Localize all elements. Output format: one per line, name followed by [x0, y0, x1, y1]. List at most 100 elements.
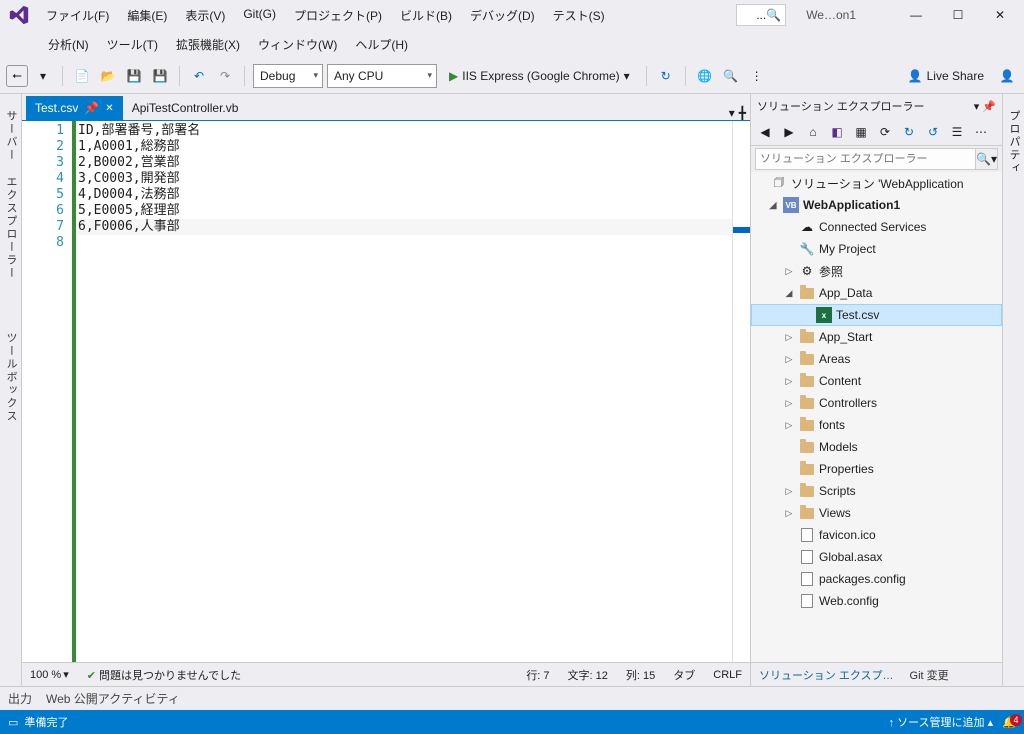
main-menu-row1: ファイル(F) 編集(E) 表示(V) Git(G) プロジェクト(P) ビルド…: [38, 3, 613, 28]
more-button[interactable]: ⋯: [971, 122, 991, 142]
forward-button[interactable]: ▶: [779, 122, 799, 142]
quick-search-box[interactable]: ... 🔍: [736, 4, 786, 26]
test-csv-node[interactable]: xTest.csv: [751, 304, 1002, 326]
appstart-node[interactable]: ▷App_Start: [751, 326, 1002, 348]
account-button[interactable]: 👤: [996, 65, 1018, 87]
status-ready: 準備完了: [25, 714, 69, 730]
maximize-button[interactable]: ☐: [938, 3, 978, 27]
menu-window[interactable]: ウィンドウ(W): [250, 32, 345, 57]
refresh-button[interactable]: ↻: [655, 65, 677, 87]
properties-tab[interactable]: プロパティ: [1003, 104, 1024, 181]
menu-build[interactable]: ビルド(B): [392, 3, 460, 28]
code-line: ID,部署番号,部署名: [78, 123, 732, 139]
menu-project[interactable]: プロジェクト(P): [286, 3, 390, 28]
undo-button[interactable]: ↶: [188, 65, 210, 87]
content-node[interactable]: ▷Content: [751, 370, 1002, 392]
web-publish-tab[interactable]: Web 公開アクティビティ: [46, 690, 180, 707]
views-node[interactable]: ▷Views: [751, 502, 1002, 524]
menu-help[interactable]: ヘルプ(H): [347, 32, 416, 57]
nav-back-button[interactable]: ⭠: [6, 65, 28, 87]
build-config-dropdown[interactable]: Debug: [253, 64, 323, 88]
solution-explorer-tab[interactable]: ソリューション エクスプ…: [751, 667, 902, 683]
tab-test-csv[interactable]: Test.csv 📌 ✕: [26, 96, 123, 120]
solution-search-input[interactable]: [755, 148, 976, 170]
ok-icon: ✔: [87, 670, 96, 682]
back-button[interactable]: ◀: [755, 122, 775, 142]
new-item-button[interactable]: 📄: [71, 65, 93, 87]
menu-edit[interactable]: 編集(E): [119, 3, 175, 28]
properties-node[interactable]: Properties: [751, 458, 1002, 480]
search-icon[interactable]: 🔍▾: [976, 148, 998, 170]
code-content[interactable]: ID,部署番号,部署名 1,A0001,総務部 2,B0002,営業部 3,C0…: [72, 121, 732, 662]
fonts-node[interactable]: ▷fonts: [751, 414, 1002, 436]
areas-node[interactable]: ▷Areas: [751, 348, 1002, 370]
menu-test[interactable]: テスト(S): [545, 3, 613, 28]
redo-button[interactable]: ↷: [214, 65, 236, 87]
server-explorer-tab[interactable]: サーバー エクスプローラー: [0, 104, 21, 286]
sync-button[interactable]: ◧: [827, 122, 847, 142]
home-button[interactable]: ⌂: [803, 122, 823, 142]
close-button[interactable]: ✕: [980, 3, 1020, 27]
panel-title: ソリューション エクスプローラー: [757, 98, 925, 114]
scripts-node[interactable]: ▷Scripts: [751, 480, 1002, 502]
eol-mode[interactable]: CRLF: [713, 669, 742, 681]
save-button[interactable]: 💾: [123, 65, 145, 87]
liveshare-button[interactable]: 👤Live Share: [900, 69, 992, 83]
code-line: 2,B0002,営業部: [78, 155, 732, 171]
menu-extensions[interactable]: 拡張機能(X): [168, 32, 248, 57]
open-button[interactable]: 📂: [97, 65, 119, 87]
pin-icon[interactable]: 📌: [84, 101, 99, 115]
references-node[interactable]: ▷⚙参照: [751, 260, 1002, 282]
collapse-button[interactable]: ⟳: [875, 122, 895, 142]
menu-debug[interactable]: デバッグ(D): [462, 3, 543, 28]
tab-apitestcontroller[interactable]: ApiTestController.vb: [123, 96, 248, 120]
connected-services-node[interactable]: ☁Connected Services: [751, 216, 1002, 238]
panel-dropdown-icon[interactable]: ▾: [974, 101, 980, 113]
solution-node[interactable]: 🗇ソリューション 'WebApplication: [751, 172, 1002, 194]
output-tab[interactable]: 出力: [8, 690, 32, 707]
menu-view[interactable]: 表示(V): [177, 3, 233, 28]
global-asax-node[interactable]: Global.asax: [751, 546, 1002, 568]
packages-config-node[interactable]: packages.config: [751, 568, 1002, 590]
solution-tree: 🗇ソリューション 'WebApplication ◢VBWebApplicati…: [751, 172, 1002, 662]
tasks-icon[interactable]: ▭: [8, 716, 18, 729]
my-project-node[interactable]: 🔧My Project: [751, 238, 1002, 260]
code-editor[interactable]: 12345678 ID,部署番号,部署名 1,A0001,総務部 2,B0002…: [22, 120, 750, 662]
show-all-button[interactable]: ▦: [851, 122, 871, 142]
save-all-button[interactable]: 💾: [149, 65, 171, 87]
zoom-dropdown[interactable]: 100 % ▾: [30, 668, 69, 681]
refresh-button[interactable]: ↻: [899, 122, 919, 142]
menu-git[interactable]: Git(G): [235, 3, 284, 28]
nav-forward-button[interactable]: ▾: [32, 65, 54, 87]
menu-analyze[interactable]: 分析(N): [40, 32, 97, 57]
preview-button[interactable]: ↺: [923, 122, 943, 142]
source-control-button[interactable]: ↑ ソース管理に追加 ▴: [889, 714, 994, 730]
webconfig-node[interactable]: Web.config: [751, 590, 1002, 612]
favicon-node[interactable]: favicon.ico: [751, 524, 1002, 546]
tab-close-icon[interactable]: ✕: [105, 103, 113, 114]
menu-tools[interactable]: ツール(T): [99, 32, 166, 57]
run-button[interactable]: ▶IIS Express (Google Chrome) ▾: [441, 69, 638, 83]
toolbar-overflow-button[interactable]: ⋮: [746, 65, 768, 87]
properties-button[interactable]: ☰: [947, 122, 967, 142]
menu-file[interactable]: ファイル(F): [38, 3, 117, 28]
find-in-files-button[interactable]: 🔍: [720, 65, 742, 87]
appdata-node[interactable]: ◢App_Data: [751, 282, 1002, 304]
pin-icon[interactable]: 📌: [982, 101, 996, 113]
models-node[interactable]: Models: [751, 436, 1002, 458]
notification-badge: 4: [1010, 714, 1022, 726]
browser-link-button[interactable]: 🌐: [694, 65, 716, 87]
minimize-button[interactable]: —: [896, 3, 936, 27]
solution-explorer-panel: ソリューション エクスプローラー ▾ 📌 ◀ ▶ ⌂ ◧ ▦ ⟳ ↻ ↺ ☰ ⋯…: [750, 94, 1002, 686]
git-changes-tab[interactable]: Git 変更: [902, 667, 957, 683]
notifications-button[interactable]: 🔔4: [1002, 716, 1016, 729]
toolbox-tab[interactable]: ツールボックス: [0, 326, 21, 429]
tab-add-button[interactable]: ╋: [739, 106, 746, 120]
tab-dropdown-button[interactable]: ▾: [729, 106, 735, 120]
project-node[interactable]: ◢VBWebApplication1: [751, 194, 1002, 216]
editor-scrollbar[interactable]: [732, 121, 750, 662]
controllers-node[interactable]: ▷Controllers: [751, 392, 1002, 414]
indent-mode[interactable]: タブ: [673, 667, 695, 683]
platform-dropdown[interactable]: Any CPU: [327, 64, 437, 88]
issues-status[interactable]: ✔ 問題は見つかりませんでした: [87, 667, 241, 683]
